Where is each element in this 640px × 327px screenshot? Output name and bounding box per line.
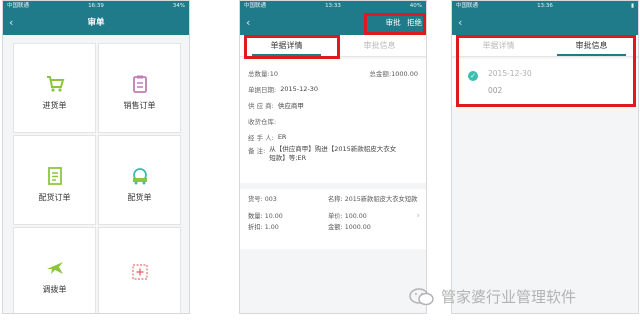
grid-item-purchase[interactable]: 进货单: [13, 43, 96, 133]
add-icon: [131, 264, 148, 280]
note-label: 备 注:: [248, 147, 266, 155]
grid-item-transfer[interactable]: 调拨单: [13, 227, 96, 313]
clipboard-icon: [132, 75, 147, 93]
tab-approval-info[interactable]: 审批信息: [333, 35, 426, 56]
line-item[interactable]: 货号: 003 名称: 2015新款貂皮大衣女短款 数量: 10.00 单价: …: [240, 189, 426, 249]
wechat-icon: [409, 288, 434, 306]
handler-value: ER: [277, 133, 287, 141]
clock: 13:33: [325, 3, 341, 9]
phone-document-detail: 中国联通 13:33 40% ‹ 审批 拒绝 单据详情 审批信息 总数量:10 …: [239, 0, 427, 314]
total-amount-label: 总金额:: [369, 70, 392, 78]
grid-item-add[interactable]: [98, 227, 181, 313]
grid-item-sales-order[interactable]: 销售订单: [98, 43, 181, 133]
supplier-value: 供应商甲: [277, 102, 304, 110]
phone-audit-menu: 中国联通 16:39 34% ‹ 审单 进货单 销售订单 配货订单 配货单 调拨…: [2, 0, 190, 314]
supplier-row: 供 应 商: 供应商甲: [248, 97, 418, 113]
code-label: 货号:: [248, 196, 263, 203]
highlight-box-tab: [244, 35, 340, 59]
watermark-text: 管家婆行业管理软件: [441, 288, 577, 306]
highlight-box-actions: [364, 13, 426, 35]
grid-item-allocation-order[interactable]: 配货订单: [13, 135, 96, 225]
status-bar: 中国联通 13:36 ▮: [452, 1, 638, 11]
phone-approval-info: 中国联通 13:36 ▮ ‹ 单据详情 审批信息 ✓ 2015-12-30 00…: [451, 0, 639, 314]
status-bar: 中国联通 13:33 40%: [240, 1, 426, 11]
document-grid: 进货单 销售订单 配货订单 配货单 调拨单: [13, 43, 181, 313]
document-detail-panel: 总数量:10 总金额:1000.00 单据日期: 2015-12-30 供 应 …: [240, 59, 426, 183]
name-label: 名称:: [328, 196, 343, 203]
grid-item-label: 进货单: [42, 101, 67, 110]
grid-item-delivery[interactable]: 配货单: [98, 135, 181, 225]
airplane-icon: [46, 262, 63, 274]
line-row-3: 折扣: 1.00 金额: 1000.00: [248, 221, 418, 232]
cart-icon: [46, 76, 64, 92]
highlight-box-approval: [456, 35, 636, 107]
totals-row: 总数量:10 总金额:1000.00: [248, 65, 418, 81]
nav-bar: ‹ 审单: [3, 11, 189, 35]
document-icon: [47, 167, 62, 185]
grid-item-label: 配货单: [127, 193, 152, 202]
note-value: 从【供应商甲】购进【2015新款貂皮大衣女短款】等;ER: [269, 145, 397, 162]
clock: 16:39: [88, 3, 104, 9]
chevron-right-icon: ›: [416, 211, 420, 221]
date-row: 单据日期: 2015-12-30: [248, 81, 418, 97]
price-label: 单价:: [328, 213, 343, 220]
handler-row: 经 手 人: ER: [248, 129, 418, 145]
discount-label: 折扣:: [248, 224, 263, 231]
amount-value: 1000.00: [344, 224, 371, 231]
note-row: 备 注: 从【供应商甲】购进【2015新款貂皮大衣女短款】等;ER: [248, 145, 418, 173]
line-row-1: 货号: 003 名称: 2015新款貂皮大衣女短款: [248, 193, 418, 204]
amount-label: 金额:: [328, 224, 343, 231]
total-qty-value: 10: [269, 70, 278, 78]
date-value: 2015-12-30: [280, 85, 318, 93]
qty-value: 10.00: [264, 213, 283, 220]
total-qty-label: 总数量:: [248, 70, 270, 78]
grid-item-label: 销售订单: [123, 101, 156, 110]
line-row-2: 数量: 10.00 单价: 100.00: [248, 210, 418, 221]
total-amount-value: 1000.00: [391, 70, 418, 78]
grid-item-label: 调拨单: [42, 285, 67, 294]
back-icon[interactable]: ‹: [246, 11, 250, 35]
qty-label: 数量:: [248, 213, 263, 220]
warehouse-label: 收货仓库:: [248, 118, 277, 126]
back-icon[interactable]: ‹: [9, 11, 13, 35]
page-title: 审单: [87, 18, 105, 28]
date-label: 单据日期:: [248, 86, 277, 94]
clock: 13:36: [537, 3, 553, 9]
handler-label: 经 手 人:: [248, 134, 274, 142]
back-icon[interactable]: ‹: [458, 11, 462, 35]
code-value: 003: [264, 196, 277, 203]
price-value: 100.00: [344, 213, 367, 220]
grid-item-label: 配货订单: [38, 193, 71, 202]
name-value: 2015新款貂皮大衣女短款: [344, 196, 418, 203]
supplier-label: 供 应 商:: [248, 102, 274, 110]
discount-value: 1.00: [264, 224, 279, 231]
nav-bar: ‹: [452, 11, 638, 35]
watermark: 管家婆行业管理软件: [409, 284, 639, 310]
delivery-icon: [132, 168, 147, 185]
status-bar: 中国联通 16:39 34%: [3, 1, 189, 11]
warehouse-row: 收货仓库:: [248, 113, 418, 129]
